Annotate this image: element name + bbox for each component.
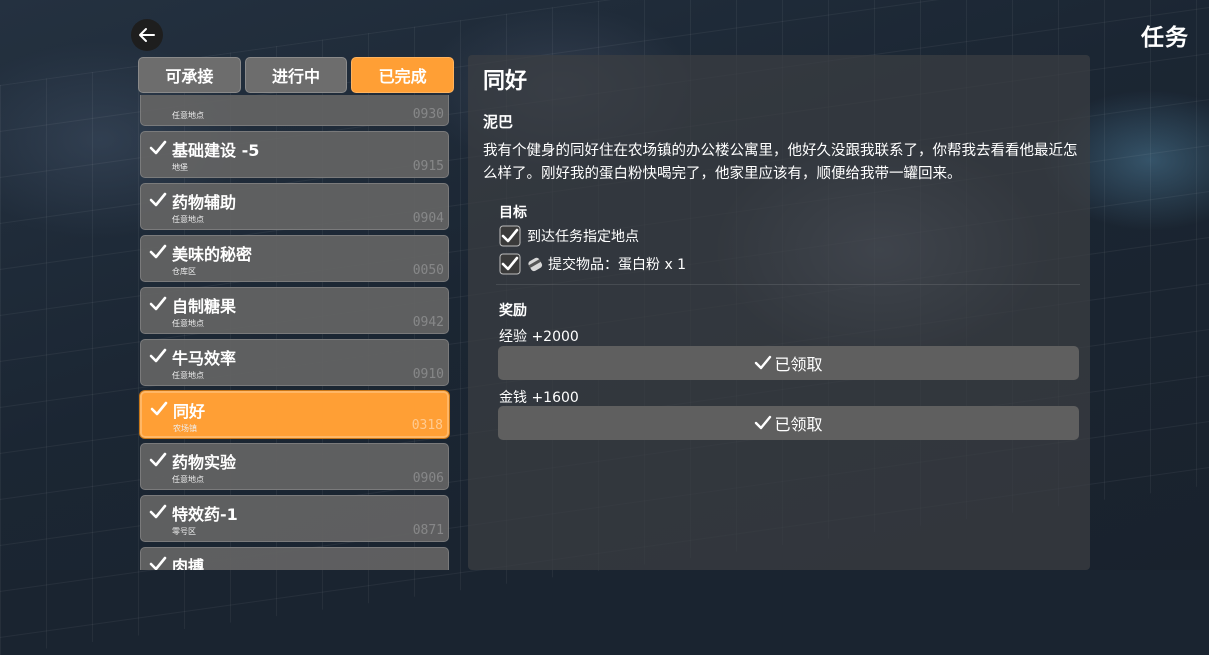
- check-icon: [149, 192, 167, 207]
- quest-code: 0318: [411, 418, 443, 433]
- back-button[interactable]: [131, 19, 163, 51]
- quest-code: 0906: [412, 471, 444, 486]
- quest-item[interactable]: 药物实验任意地点 0906: [140, 443, 449, 490]
- quest-name: 药物实验: [172, 453, 237, 472]
- reward-exp: 经验 +2000: [499, 329, 579, 345]
- quest-item[interactable]: 肉搏0909: [140, 547, 449, 570]
- objective-item: 提交物品：蛋白粉 x 1: [499, 253, 686, 275]
- quest-code: 0942: [412, 315, 444, 330]
- quest-title: 同好: [483, 69, 528, 94]
- quest-code: 0871: [412, 523, 444, 538]
- objective-text: 提交物品：蛋白粉 x 1: [548, 257, 687, 273]
- quest-tabs: 可承接 进行中 已完成: [138, 57, 455, 93]
- check-icon: [149, 452, 167, 467]
- claimed-button[interactable]: 已领取: [498, 346, 1079, 380]
- objective-text: 到达任务指定地点: [527, 229, 639, 245]
- quest-name: 特效药-1: [172, 505, 238, 524]
- quest-item[interactable]: 牛马效率任意地点 0910: [140, 339, 449, 386]
- quest-code: 0915: [412, 159, 444, 174]
- screen-title: 任务: [1141, 25, 1189, 51]
- quest-name: 药物辅助: [172, 193, 237, 212]
- quest-location: 地堡: [172, 163, 188, 172]
- quest-name: 牛马效率: [172, 349, 237, 368]
- objective-item: 到达任务指定地点: [499, 225, 639, 247]
- quest-description: 我有个健身的同好住在农场镇的办公楼公寓里，他好久没跟我联系了，你帮我去看看他最近…: [483, 143, 1078, 182]
- check-icon: [149, 296, 167, 311]
- quest-item[interactable]: 自制糖果任意地点 0942: [140, 287, 449, 334]
- objectives-label: 目标: [499, 205, 527, 221]
- quest-item[interactable]: 药物辅助任意地点 0904: [140, 183, 449, 230]
- check-icon: [149, 140, 167, 155]
- tab-completed[interactable]: 已完成: [351, 57, 455, 93]
- quest-giver-name: 泥巴: [483, 113, 514, 131]
- arrow-left-icon: [139, 28, 155, 42]
- quest-name: 基础建设 -5: [172, 141, 260, 160]
- check-icon: [149, 348, 167, 363]
- checkbox-checked-icon: [499, 253, 521, 275]
- check-icon: [755, 355, 772, 370]
- quest-location: 任意地点: [172, 371, 204, 380]
- quest-code: 0904: [412, 211, 444, 226]
- tab-available[interactable]: 可承接: [138, 57, 241, 93]
- quest-location: 任意地点: [172, 475, 204, 484]
- quest-item-selected[interactable]: 同好农场镇 0318: [140, 391, 449, 438]
- tab-in-progress[interactable]: 进行中: [244, 57, 348, 93]
- claimed-label: 已领取: [774, 355, 823, 374]
- protein-powder-icon: [528, 257, 543, 272]
- quest-location: 零号区: [172, 527, 196, 536]
- check-icon: [149, 504, 167, 519]
- checkbox-checked-icon: [499, 225, 521, 247]
- quest-name: 肉搏: [172, 557, 205, 570]
- quest-code: 0050: [412, 263, 444, 278]
- section-divider: [496, 284, 1080, 285]
- quest-name: 自制糖果: [172, 297, 237, 316]
- check-icon: [149, 244, 167, 259]
- rewards-label: 奖励: [499, 303, 527, 319]
- quest-code: 0910: [412, 367, 444, 382]
- quest-item[interactable]: 特效药-1 零号区 0871: [140, 495, 449, 542]
- check-icon: [755, 415, 772, 430]
- reward-money: 金钱 +1600: [499, 390, 579, 406]
- quest-item[interactable]: 基础建设 -5 地堡 0915: [140, 131, 449, 178]
- quest-name: 美味的秘密: [172, 245, 253, 264]
- quest-location: 仓库区: [172, 267, 196, 276]
- check-icon: [149, 556, 167, 570]
- quest-detail-panel: [468, 55, 1090, 570]
- quest-location: 农场镇: [173, 424, 197, 433]
- check-icon: [150, 401, 168, 416]
- quest-list[interactable]: 任意地点 0930 基础建设 -5 地堡 0915 药物辅助 任意地点 0904 美味的秘密 仓库…: [135, 95, 457, 570]
- claimed-label: 已领取: [774, 415, 823, 434]
- quest-item[interactable]: 美味的秘密仓库区 0050: [140, 235, 449, 282]
- quest-location: 任意地点: [172, 111, 204, 120]
- claimed-button[interactable]: 已领取: [498, 406, 1079, 440]
- quest-name: 同好: [173, 402, 206, 421]
- quest-item[interactable]: 任意地点 0930: [140, 95, 449, 126]
- quest-location: 任意地点: [172, 319, 204, 328]
- quest-code: 0930: [412, 107, 444, 122]
- quest-location: 任意地点: [172, 215, 204, 224]
